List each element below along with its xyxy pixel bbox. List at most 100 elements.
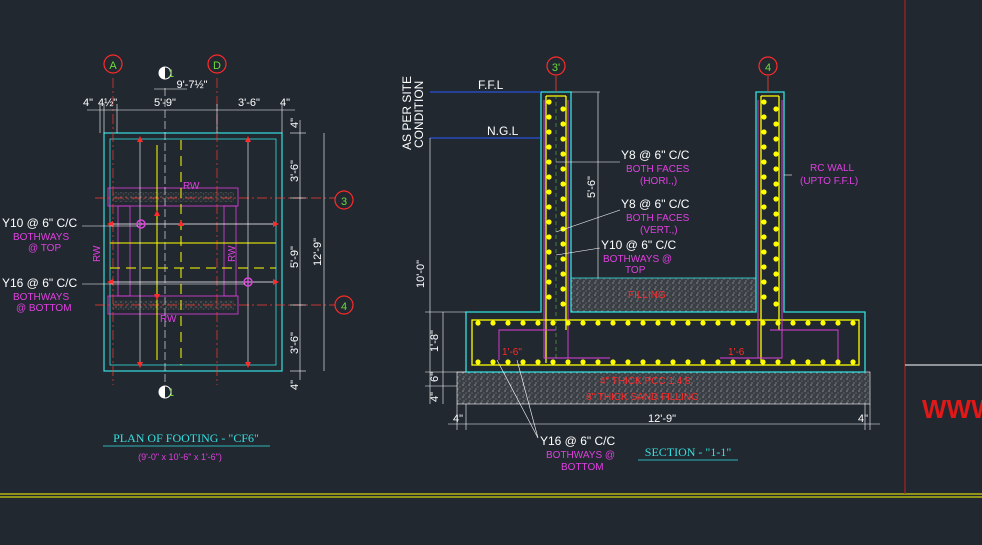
dim-mid: 5'-9" [154, 97, 176, 109]
rebar-dot [610, 320, 616, 326]
dim-right: 3'-6" [238, 97, 260, 109]
rebar-dot [775, 359, 781, 365]
dim-bottom-right: 4" [289, 380, 301, 390]
section-1-1: 3' 4 F.F.L N.G.L AS PER SITE CONDITION 1… [400, 56, 880, 473]
dim-4: 4" [429, 392, 441, 402]
dim-6: 6" [429, 372, 441, 382]
rebar-dot [820, 320, 826, 326]
rebar-dot [773, 136, 779, 142]
rebar-dot [820, 359, 826, 365]
rebar-dot [560, 136, 566, 142]
bar-bottom-note2: @ BOTTOM [16, 303, 72, 314]
rebar-dot [546, 249, 552, 255]
as-per-site-2: CONDITION [412, 81, 426, 148]
rebar-dot [580, 359, 586, 365]
y8-hori-note2: (HORI.,) [640, 176, 677, 187]
bar-bottom-label: Y16 @ 6" C/C [2, 276, 77, 290]
rebar-dot [565, 359, 571, 365]
rebar-dot [546, 129, 552, 135]
rebar-dot [760, 359, 766, 365]
lap-right: 1'-6 [728, 347, 745, 358]
dim-left-offset2: 4½" [98, 97, 117, 109]
grid-bubble-3: 3 [341, 196, 347, 208]
dim-left-offset: 4" [83, 97, 93, 109]
dim-5-6: 5'-6" [586, 176, 598, 198]
rebar-dot [773, 301, 779, 307]
rebar-dot [560, 106, 566, 112]
rebar-dot [610, 359, 616, 365]
bar-bottom-note1: BOTHWAYS [13, 292, 69, 303]
rebar-dot [773, 226, 779, 232]
filling-label: FILLING [628, 290, 666, 301]
rebar-dot [685, 359, 691, 365]
rebar-dot [761, 234, 767, 240]
rebar-dot [560, 121, 566, 127]
footing-outline [103, 132, 283, 372]
rw-bottom-label: RW [160, 314, 177, 325]
dim-right-offset: 4" [280, 97, 290, 109]
rebar-dot [595, 359, 601, 365]
rebar-dot [700, 359, 706, 365]
dim-10-0: 10'-0" [415, 260, 427, 288]
rebar-dot [685, 320, 691, 326]
rebar-dot [715, 320, 721, 326]
y8-vert-note2: (VERT.,) [640, 225, 678, 236]
rebar-dot [850, 359, 856, 365]
rebar-dot [546, 264, 552, 270]
dim-top-right: 4" [289, 118, 301, 128]
rebar-dot [475, 320, 481, 326]
rebar-dot [761, 114, 767, 120]
rebar-dot [550, 320, 556, 326]
rebar-dot [773, 166, 779, 172]
lap-left: 1'-6" [502, 347, 522, 358]
y16-note2: BOTTOM [561, 462, 604, 473]
cad-drawing-canvas: A D 3 4 1 1 9'-7½" 4" 4½" 5'-9" 3'-6" 4"… [0, 0, 982, 498]
rebar-dot [640, 359, 646, 365]
rebar-dot [560, 286, 566, 292]
plan-title: PLAN OF FOOTING - "CF6" [113, 431, 259, 445]
rebar-dot [835, 359, 841, 365]
rebar-dot [761, 99, 767, 105]
rebar-dot [805, 359, 811, 365]
rebar-dot [490, 359, 496, 365]
rebar-dot [835, 320, 841, 326]
rebar-dot [761, 129, 767, 135]
rebar-dot [773, 286, 779, 292]
y10-label: Y10 @ 6" C/C [601, 238, 676, 252]
rebar-dot [546, 144, 552, 150]
rebar-dot [560, 271, 566, 277]
rebar-dot [761, 204, 767, 210]
rebar-dot [745, 359, 751, 365]
rebar-dot [775, 320, 781, 326]
sand-label: 6" THICK SAND FILLING [586, 392, 699, 403]
rebar-dot [560, 181, 566, 187]
rc-wall-label-1: RC WALL [810, 163, 855, 174]
dim-v2: 5'-9" [289, 246, 301, 268]
rebar-dot [546, 99, 552, 105]
section-title: SECTION - "1-1" [645, 445, 732, 459]
rc-wall-left [117, 205, 131, 297]
dim-total-width: 9'-7½" [176, 79, 207, 91]
rebar-dot [535, 359, 541, 365]
rebar-dot [520, 359, 526, 365]
section-marker-top: 1 [168, 68, 174, 80]
rebar-dot [640, 320, 646, 326]
rebar-dot [773, 256, 779, 262]
plan-subtitle: (9'-0" x 10'-6" x 1'-6") [138, 452, 222, 462]
rebar-dot [790, 320, 796, 326]
y8-vert-label: Y8 @ 6" C/C [621, 197, 690, 211]
rebar-dot [730, 359, 736, 365]
rw-left-label: RW [92, 245, 103, 262]
plan-of-footing: A D 3 4 1 1 9'-7½" 4" 4½" 5'-9" 3'-6" 4"… [2, 54, 354, 462]
rebar-dot [761, 279, 767, 285]
rebar-dot [655, 359, 661, 365]
rebar-dot [730, 320, 736, 326]
y16-label: Y16 @ 6" C/C [540, 434, 615, 448]
rw-right-label: RW [227, 245, 238, 262]
rebar-dot [745, 320, 751, 326]
grid-bubble-4: 4 [341, 301, 347, 313]
rebar-dot [670, 320, 676, 326]
y10-note2: TOP [625, 265, 646, 276]
rebar-dot [850, 320, 856, 326]
dim-left-4: 4" [453, 413, 463, 425]
